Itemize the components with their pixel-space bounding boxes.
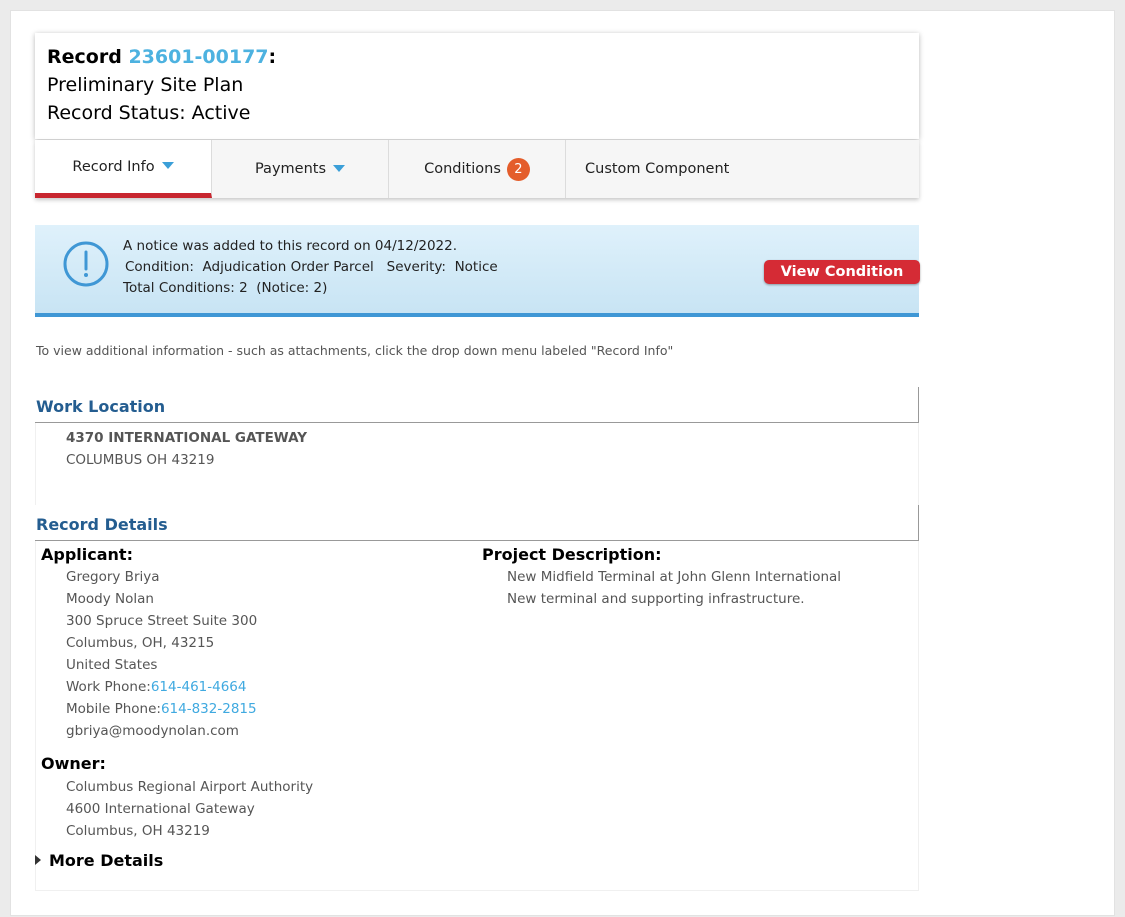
record-number: 23601-00177 [128, 46, 269, 68]
tab-payments[interactable]: Payments [212, 140, 389, 198]
owner-name: Columbus Regional Airport Authority [66, 779, 314, 795]
applicant-company: Moody Nolan [66, 591, 154, 607]
more-details-toggle[interactable]: More Details [35, 851, 163, 870]
record-label: Record [47, 46, 122, 68]
tab-conditions[interactable]: Conditions 2 [389, 140, 566, 198]
record-details-title: Record Details [36, 515, 168, 534]
tab-record-info-label: Record Info [72, 158, 155, 175]
tab-conditions-label: Conditions [424, 161, 501, 177]
owner-city: Columbus, OH 43219 [66, 823, 210, 839]
applicant-mobile-phone: Mobile Phone:614-832-2815 [66, 701, 257, 717]
record-details-header: Record Details [35, 505, 919, 541]
record-header: Record 23601-00177: Preliminary Site Pla… [35, 33, 919, 139]
notice-date-text: A notice was added to this record on 04/… [123, 238, 458, 254]
record-title: Record 23601-00177: [47, 46, 276, 68]
mobile-phone-link[interactable]: 614-832-2815 [161, 701, 257, 717]
tab-custom-component[interactable]: Custom Component [566, 140, 743, 198]
applicant-name: Gregory Briya [66, 569, 160, 585]
address-line2: COLUMBUS OH 43219 [66, 452, 215, 468]
record-type: Preliminary Site Plan [47, 74, 244, 96]
record-tabs: Record Info Payments Conditions 2 Custom… [35, 140, 919, 198]
record-colon: : [268, 46, 277, 68]
caret-right-icon [35, 855, 41, 865]
mobile-phone-label: Mobile Phone: [66, 701, 161, 717]
work-location-header: Work Location [35, 387, 919, 423]
notice-banner: A notice was added to this record on 04/… [35, 225, 920, 317]
chevron-down-icon [161, 162, 174, 169]
applicant-label: Applicant: [41, 545, 133, 564]
work-location-title: Work Location [36, 397, 166, 416]
notice-condition-text: Condition: Adjudication Order Parcel Sev… [125, 259, 498, 275]
tab-payments-label: Payments [254, 161, 327, 177]
tab-record-info[interactable]: Record Info [35, 140, 212, 198]
view-condition-button[interactable]: View Condition [764, 260, 920, 284]
info-instruction-text: To view additional information - such as… [36, 343, 674, 358]
project-description-line1: New Midfield Terminal at John Glenn Inte… [507, 569, 842, 585]
chevron-down-icon [333, 164, 346, 172]
address-line1: 4370 INTERNATIONAL GATEWAY [66, 430, 308, 446]
work-phone-label: Work Phone: [66, 679, 151, 695]
tab-custom-component-label: Custom Component [585, 161, 730, 177]
record-status: Record Status: Active [47, 102, 251, 124]
applicant-work-phone: Work Phone:614-461-4664 [66, 679, 246, 695]
conditions-count-badge: 2 [506, 157, 530, 181]
applicant-country: United States [66, 657, 158, 673]
owner-label: Owner: [41, 754, 106, 773]
applicant-email: gbriya@moodynolan.com [66, 723, 239, 739]
page-container: Record 23601-00177: Preliminary Site Pla… [10, 10, 1115, 916]
applicant-city: Columbus, OH, 43215 [66, 635, 215, 651]
work-phone-link[interactable]: 614-461-4664 [151, 679, 247, 695]
exclamation-circle-icon [63, 241, 109, 287]
more-details-label: More Details [49, 851, 164, 870]
notice-total-text: Total Conditions: 2 (Notice: 2) [123, 280, 328, 296]
project-description-label: Project Description: [482, 545, 662, 564]
owner-street: 4600 International Gateway [66, 801, 255, 817]
applicant-street: 300 Spruce Street Suite 300 [66, 613, 258, 629]
project-description-line2: New terminal and supporting infrastructu… [507, 591, 805, 607]
